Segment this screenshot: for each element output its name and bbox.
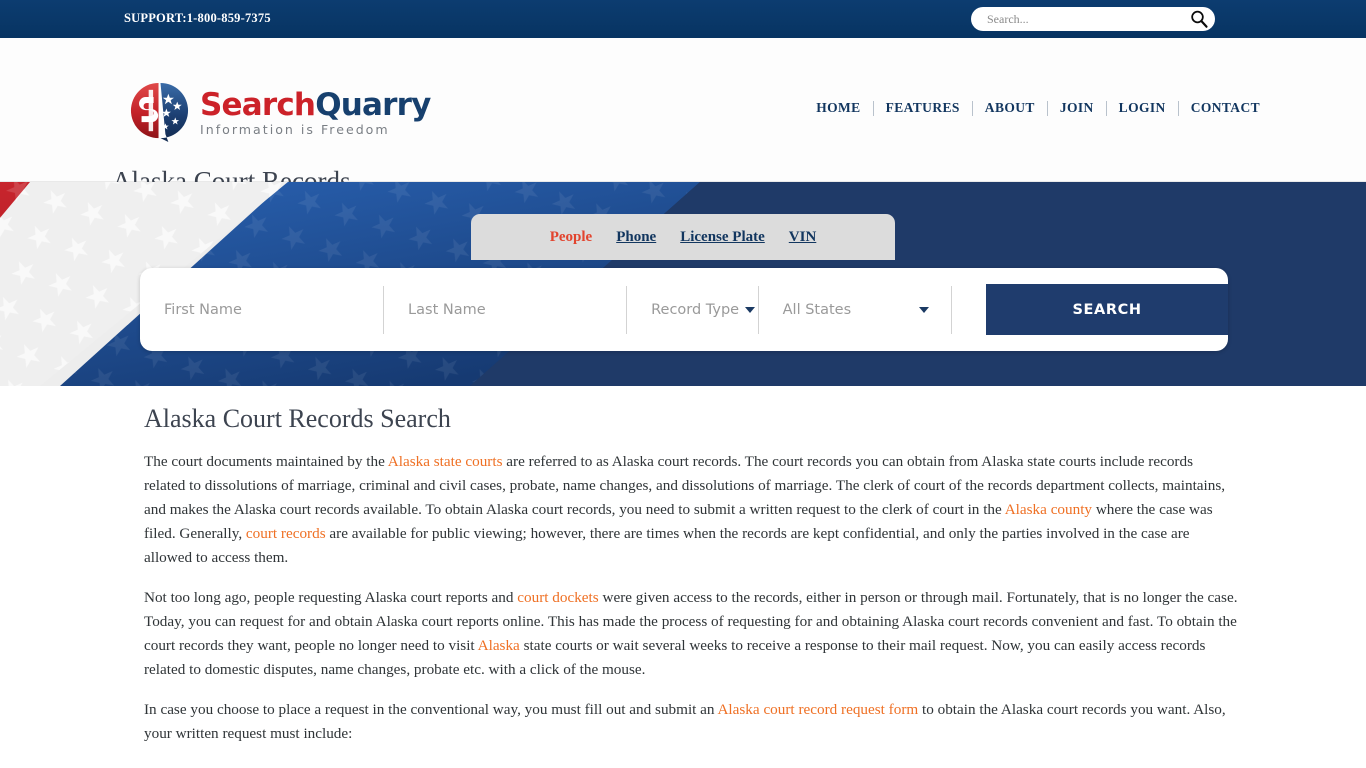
people-search-form: Record Type All States SEARCH [140, 268, 1229, 351]
nav-item-contact[interactable]: CONTACT [1179, 100, 1272, 116]
chevron-down-icon [745, 306, 756, 313]
record-type-label: Record Type [651, 301, 740, 318]
p1-text-1: The court documents maintained by the [144, 453, 388, 470]
tab-phone[interactable]: Phone [616, 229, 656, 246]
chevron-down-icon [919, 306, 930, 313]
link-court-dockets[interactable]: court dockets [517, 589, 598, 606]
last-name-input[interactable] [406, 285, 627, 334]
logo-wordmark: SearchQuarry Information is Freedom [200, 86, 431, 137]
site-search-box[interactable] [971, 7, 1215, 31]
magnifier-icon[interactable] [1189, 9, 1209, 29]
state-label: All States [782, 301, 852, 318]
last-name-field[interactable] [384, 285, 627, 334]
nav-item-features[interactable]: FEATURES [874, 100, 972, 116]
link-alaska-state-courts[interactable]: Alaska state courts [388, 453, 503, 470]
searchquarry-logo-icon [128, 80, 191, 143]
site-logo[interactable]: SearchQuarry Information is Freedom [128, 80, 431, 143]
first-name-field[interactable] [140, 285, 384, 334]
article-paragraph-3: In case you choose to place a request in… [144, 698, 1238, 746]
p3-text-1: In case you choose to place a request in… [144, 701, 718, 718]
first-name-input[interactable] [162, 285, 384, 334]
link-alaska[interactable]: Alaska [478, 637, 520, 654]
search-type-tabs: People Phone License Plate VIN [471, 214, 895, 260]
tab-people[interactable]: People [550, 229, 593, 246]
article-content: Alaska Court Records Search The court do… [0, 404, 1366, 768]
link-alaska-court-record-request-form[interactable]: Alaska court record request form [717, 701, 918, 718]
tab-vin[interactable]: VIN [789, 229, 817, 246]
logo-word-quarry: Quarry [315, 87, 431, 124]
nav-item-join[interactable]: JOIN [1048, 100, 1106, 116]
nav-item-home[interactable]: HOME [804, 100, 872, 116]
nav-item-login[interactable]: LOGIN [1107, 100, 1178, 116]
main-navigation: HOME FEATURES ABOUT JOIN LOGIN CONTACT [804, 100, 1272, 116]
tab-license-plate[interactable]: License Plate [680, 229, 765, 246]
record-type-dropdown[interactable]: Record Type [627, 286, 758, 334]
form-divider [951, 285, 953, 334]
logo-word-search: Search [200, 87, 316, 124]
search-submit-button[interactable]: SEARCH [986, 284, 1229, 335]
support-phone-label: SUPPORT:1-800-859-7375 [124, 11, 271, 25]
article-heading: Alaska Court Records Search [144, 404, 451, 433]
state-dropdown[interactable]: All States [759, 286, 951, 334]
article-paragraph-1: The court documents maintained by the Al… [144, 450, 1238, 570]
p2-text-1: Not too long ago, people requesting Alas… [144, 589, 518, 606]
requirements-list: The case number [144, 762, 1238, 768]
article-paragraph-2: Not too long ago, people requesting Alas… [144, 586, 1238, 682]
site-header: SearchQuarry Information is Freedom HOME… [0, 38, 1366, 196]
list-item: The case number [190, 762, 1238, 768]
top-utility-bar: SUPPORT:1-800-859-7375 [0, 0, 1366, 38]
logo-tagline: Information is Freedom [200, 122, 390, 138]
nav-item-about[interactable]: ABOUT [973, 100, 1047, 116]
link-alaska-county[interactable]: Alaska county [1005, 501, 1092, 518]
link-court-records[interactable]: court records [246, 525, 326, 542]
site-search-input[interactable] [985, 10, 1189, 28]
